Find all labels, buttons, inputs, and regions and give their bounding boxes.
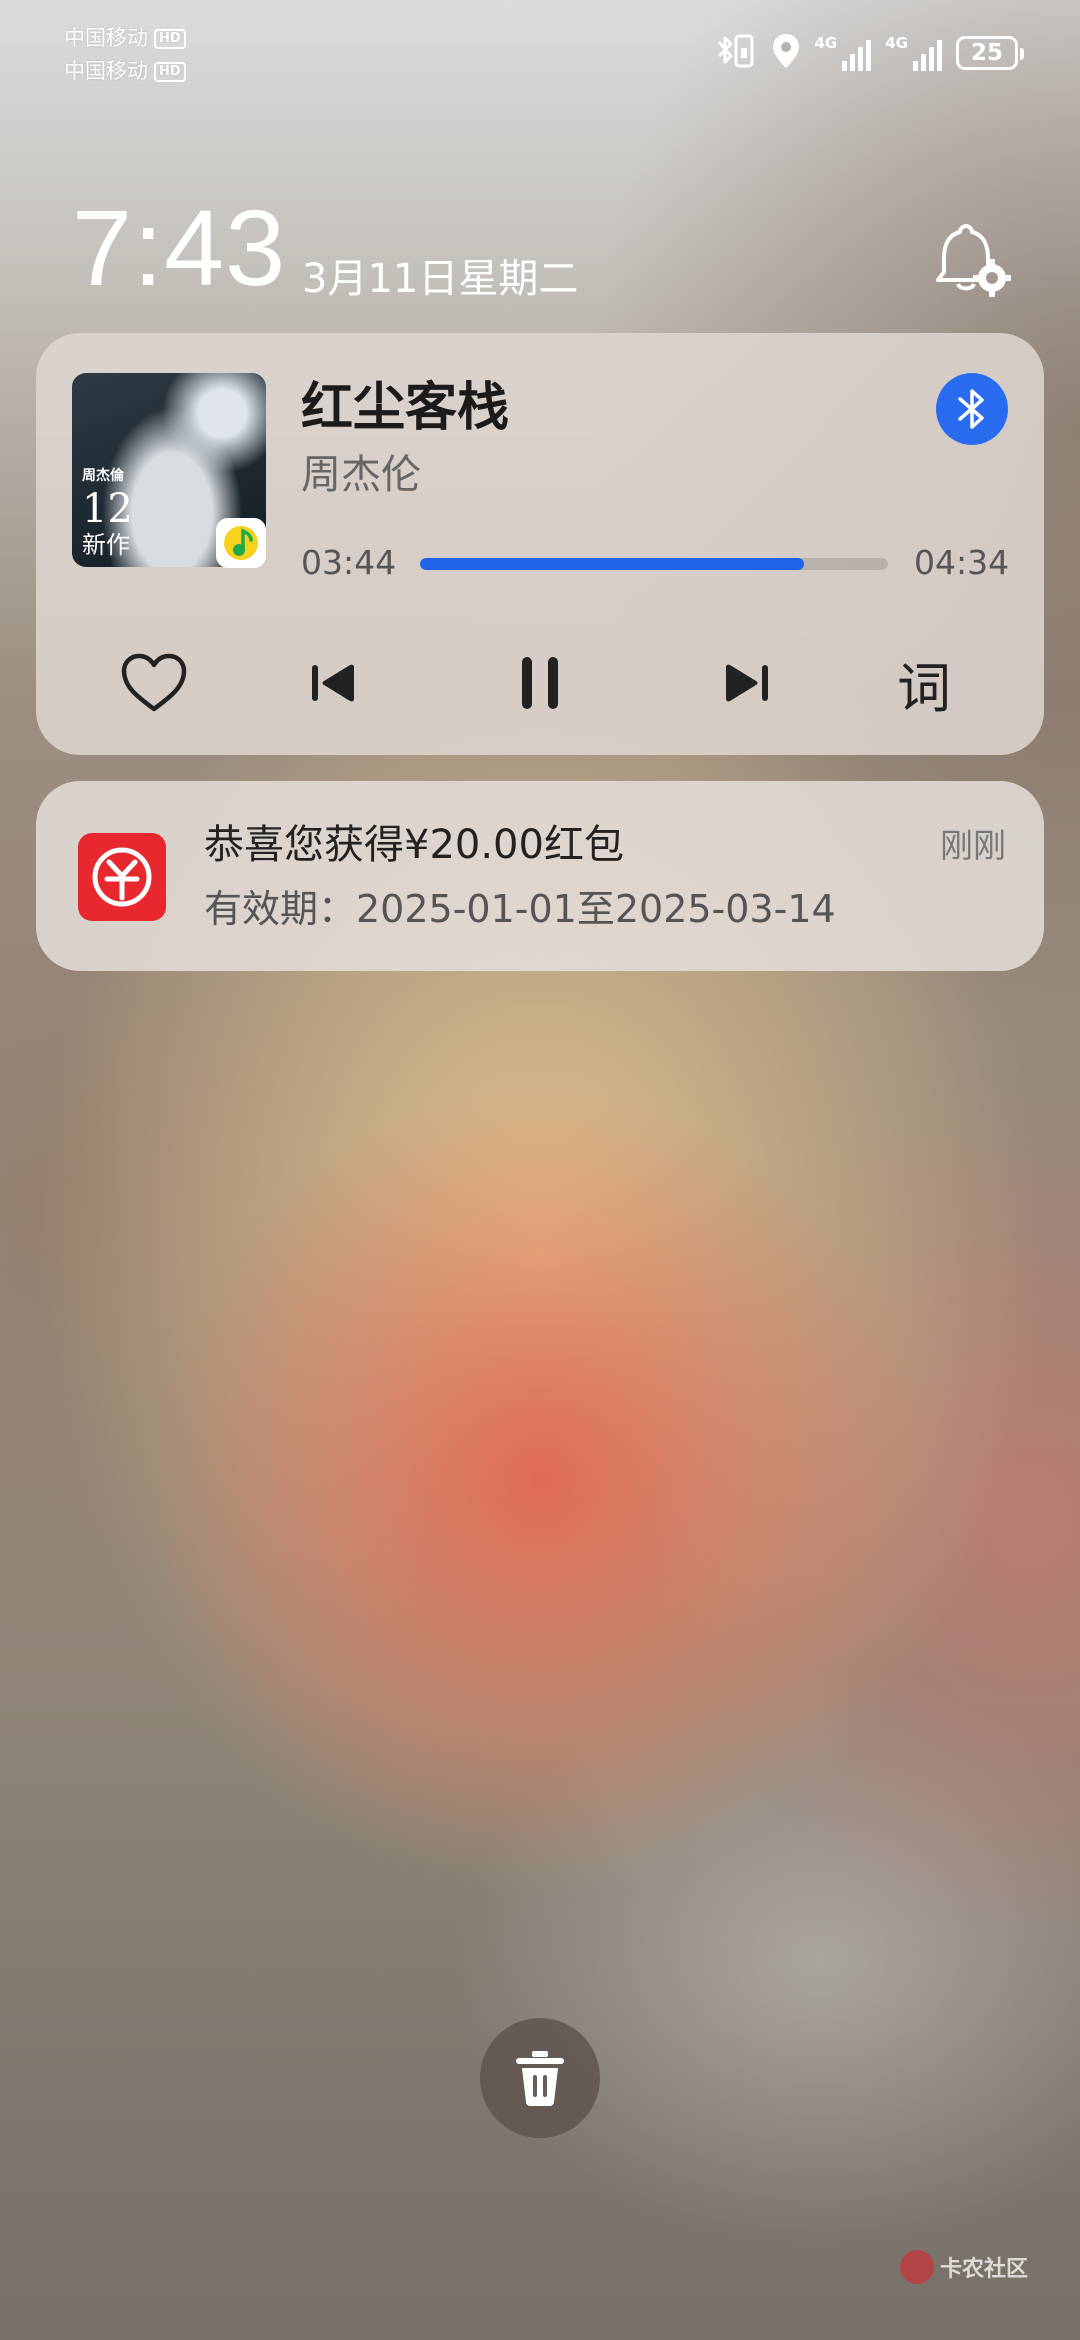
bluetooth-icon [958, 389, 984, 429]
trash-icon [516, 2051, 564, 2106]
watermark-text: 卡农社区 [940, 2257, 1029, 2282]
network-type: 4G [885, 34, 908, 52]
carrier-1: 中国移动 HD [64, 22, 186, 55]
elapsed-time: 03:44 [301, 543, 397, 582]
album-art-text: 周杰倫 12 新作 [82, 468, 133, 559]
lyrics-button[interactable]: 词 [876, 635, 972, 731]
carrier-name: 中国移动 [64, 26, 148, 50]
battery-icon: 25 [956, 36, 1024, 70]
previous-track-button[interactable] [286, 635, 382, 731]
carrier-info: 中国移动 HD 中国移动 HD [64, 22, 186, 88]
skip-next-icon [726, 664, 768, 702]
signal-4g-icon: 4G [815, 35, 872, 71]
media-player-card[interactable]: 周杰倫 12 新作 红尘客栈 周杰伦 03:44 04:34 词 [36, 333, 1044, 755]
watermark-logo-icon [900, 2250, 934, 2284]
pause-button[interactable] [492, 635, 588, 731]
location-icon [771, 32, 801, 74]
next-track-button[interactable] [698, 635, 794, 731]
network-type: 4G [814, 34, 838, 52]
notification-body: 有效期：2025-01-01至2025-03-14 [204, 887, 836, 931]
bluetooth-output-button[interactable] [936, 373, 1008, 445]
total-time: 04:34 [914, 543, 1010, 582]
hd-badge: HD [154, 61, 186, 82]
heart-icon [121, 653, 187, 712]
lockscreen-clock: 7:43 [72, 187, 287, 308]
watermark: 卡农社区 [900, 2250, 1028, 2284]
skip-previous-icon [312, 664, 354, 702]
bluetooth-phone-icon [713, 32, 757, 74]
song-title: 红尘客栈 [301, 378, 510, 438]
progress-bar[interactable] [420, 558, 888, 570]
hd-badge: HD [154, 28, 186, 49]
carrier-2: 中国移动 HD [64, 55, 186, 88]
lockscreen-date: 3月11日星期二 [302, 256, 579, 302]
signal-4g-icon: 4G [885, 35, 942, 71]
notification-title: 恭喜您获得¥20.00红包 [204, 822, 624, 868]
status-icons: 4G 4G 25 [713, 30, 1024, 76]
clear-notifications-button[interactable] [480, 2018, 600, 2138]
progress-fill [420, 558, 804, 570]
pause-icon [522, 657, 558, 709]
notification-settings-icon[interactable] [930, 218, 1012, 300]
song-artist: 周杰伦 [301, 452, 421, 498]
qq-music-app-icon [216, 518, 266, 568]
notification-card[interactable]: 恭喜您获得¥20.00红包 刚刚 有效期：2025-01-01至2025-03-… [36, 781, 1044, 971]
digital-rmb-app-icon [78, 833, 166, 921]
favorite-button[interactable] [106, 635, 202, 731]
notification-time: 刚刚 [940, 826, 1006, 865]
carrier-name: 中国移动 [64, 59, 148, 83]
battery-level: 25 [970, 40, 1003, 66]
